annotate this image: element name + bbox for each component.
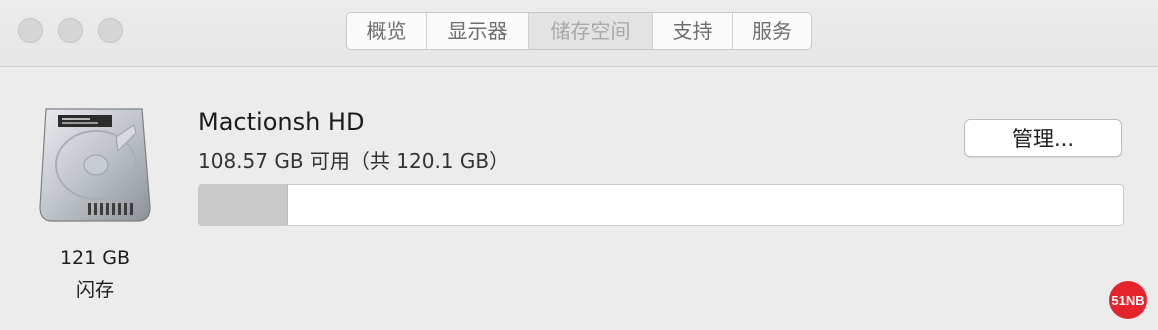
51nb-logo: 51NB bbox=[1109, 281, 1147, 319]
tab-bar: 概览 显示器 储存空间 支持 服务 bbox=[346, 12, 812, 50]
hard-drive-icon bbox=[39, 108, 151, 222]
capacity-label: 121 GB bbox=[59, 247, 131, 269]
window-titlebar: 概览 显示器 储存空间 支持 服务 bbox=[0, 0, 1158, 67]
storage-usage-bar bbox=[198, 184, 1124, 226]
tab-overview[interactable]: 概览 bbox=[347, 13, 427, 49]
tab-storage[interactable]: 储存空间 bbox=[529, 13, 653, 49]
zoom-window-button[interactable] bbox=[98, 18, 123, 43]
storage-used-segment bbox=[199, 185, 288, 225]
logo-text: 51NB bbox=[1111, 293, 1144, 308]
tab-support[interactable]: 支持 bbox=[653, 13, 733, 49]
minimize-window-button[interactable] bbox=[58, 18, 83, 43]
close-window-button[interactable] bbox=[18, 18, 43, 43]
tab-displays[interactable]: 显示器 bbox=[427, 13, 529, 49]
storage-panel: 121 GB 闪存 Mactionsh HD 108.57 GB 可用（共 12… bbox=[0, 67, 1158, 330]
available-space-text: 108.57 GB 可用（共 120.1 GB） bbox=[198, 149, 510, 173]
manage-button[interactable]: 管理... bbox=[964, 119, 1122, 157]
storage-type-label: 闪存 bbox=[75, 279, 114, 301]
tab-service[interactable]: 服务 bbox=[733, 13, 811, 49]
disk-name: Mactionsh HD bbox=[198, 108, 365, 136]
